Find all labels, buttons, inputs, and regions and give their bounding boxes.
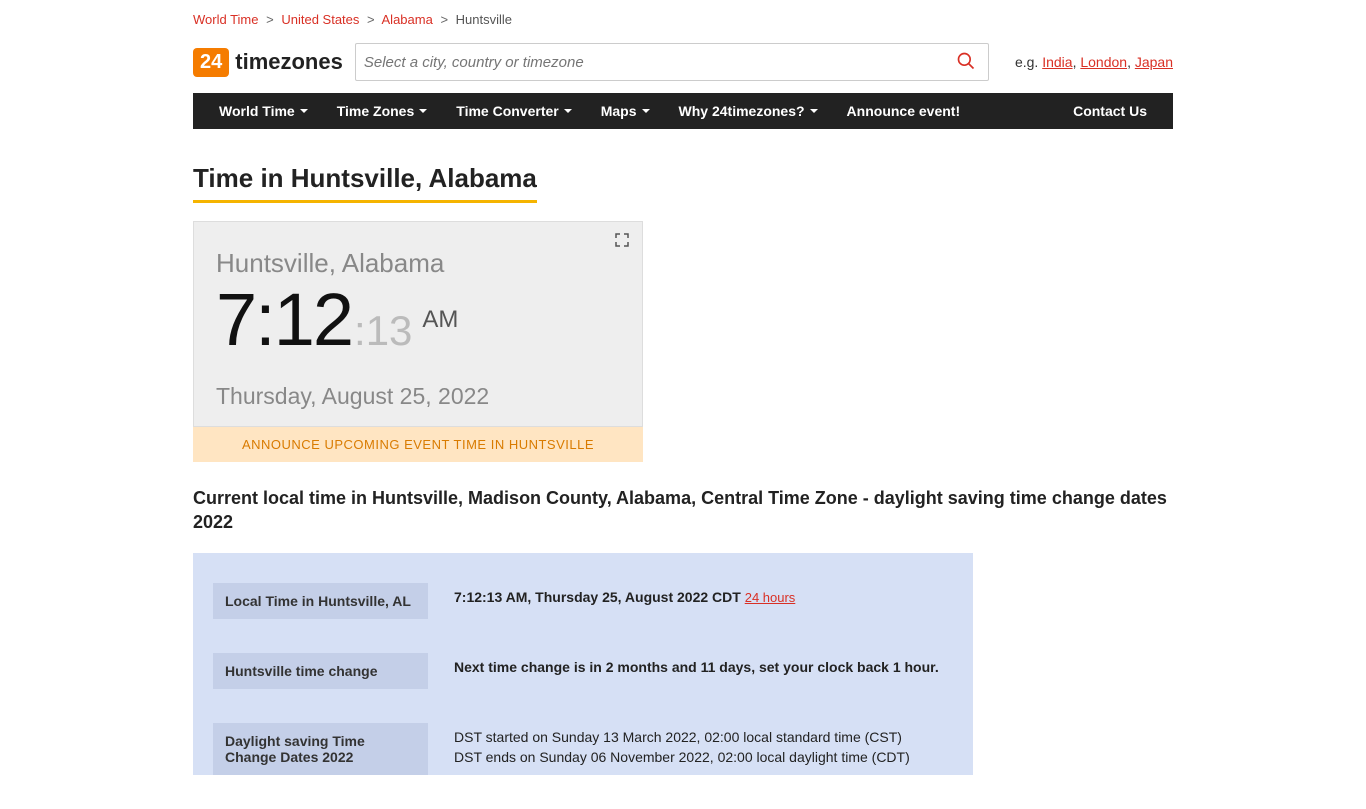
breadcrumb-link[interactable]: Alabama (382, 12, 433, 27)
search-input[interactable] (364, 54, 952, 71)
search-button[interactable] (952, 47, 980, 78)
info-row-time-change: Huntsville time change Next time change … (213, 653, 953, 689)
page-title: Time in Huntsville, Alabama (193, 163, 537, 203)
chevron-right-icon: > (266, 12, 274, 27)
clock-time: 7:12 :13 AM (216, 283, 620, 357)
clock-date: Thursday, August 25, 2022 (216, 383, 620, 410)
search-examples: e.g. India, London, Japan (1015, 54, 1173, 70)
logo-text: timezones (235, 49, 343, 75)
info-panel: Local Time in Huntsville, AL 7:12:13 AM,… (193, 553, 973, 775)
info-label: Daylight saving Time Change Dates 2022 (213, 723, 428, 775)
clock-card: Huntsville, Alabama 7:12 :13 AM Thursday… (193, 221, 643, 427)
info-row-dst-dates: Daylight saving Time Change Dates 2022 D… (213, 723, 953, 775)
expand-icon (614, 232, 630, 248)
search-icon (956, 51, 976, 71)
nav-time-converter[interactable]: Time Converter (442, 103, 586, 119)
expand-button[interactable] (614, 232, 630, 253)
chevron-right-icon: > (367, 12, 375, 27)
clock-ampm: AM (422, 306, 458, 334)
example-link[interactable]: India (1042, 54, 1072, 70)
info-label: Local Time in Huntsville, AL (213, 583, 428, 619)
subheading: Current local time in Huntsville, Madiso… (193, 486, 1173, 535)
info-value: Next time change is in 2 months and 11 d… (454, 653, 953, 675)
breadcrumb-current: Huntsville (456, 12, 512, 27)
nav-time-zones[interactable]: Time Zones (323, 103, 443, 119)
example-link[interactable]: Japan (1135, 54, 1173, 70)
chevron-down-icon (563, 106, 573, 116)
info-row-local-time: Local Time in Huntsville, AL 7:12:13 AM,… (213, 583, 953, 619)
nav-announce[interactable]: Announce event! (833, 103, 975, 119)
chevron-down-icon (809, 106, 819, 116)
nav-world-time[interactable]: World Time (205, 103, 323, 119)
breadcrumb-link[interactable]: World Time (193, 12, 259, 27)
chevron-down-icon (299, 106, 309, 116)
nav-contact[interactable]: Contact Us (1059, 103, 1161, 119)
info-value: DST started on Sunday 13 March 2022, 02:… (454, 723, 953, 769)
chevron-down-icon (418, 106, 428, 116)
nav-why[interactable]: Why 24timezones? (665, 103, 833, 119)
header: 24 timezones e.g. India, London, Japan (193, 35, 1173, 93)
logo[interactable]: 24 timezones (193, 48, 343, 77)
24-hours-link[interactable]: 24 hours (745, 590, 796, 605)
info-value: 7:12:13 AM, Thursday 25, August 2022 CDT… (454, 583, 953, 605)
clock-seconds: :13 (354, 307, 412, 355)
breadcrumb: World Time > United States > Alabama > H… (193, 0, 1173, 35)
search-box (355, 43, 989, 81)
example-link[interactable]: London (1080, 54, 1127, 70)
info-label: Huntsville time change (213, 653, 428, 689)
clock-city: Huntsville, Alabama (216, 248, 620, 279)
chevron-down-icon (641, 106, 651, 116)
chevron-right-icon: > (440, 12, 448, 27)
main-nav: World Time Time Zones Time Converter Map… (193, 93, 1173, 129)
nav-maps[interactable]: Maps (587, 103, 665, 119)
logo-badge: 24 (193, 48, 229, 77)
clock-hours-minutes: 7:12 (216, 283, 352, 357)
announce-event-button[interactable]: ANNOUNCE UPCOMING EVENT TIME IN HUNTSVIL… (193, 427, 643, 462)
breadcrumb-link[interactable]: United States (281, 12, 359, 27)
